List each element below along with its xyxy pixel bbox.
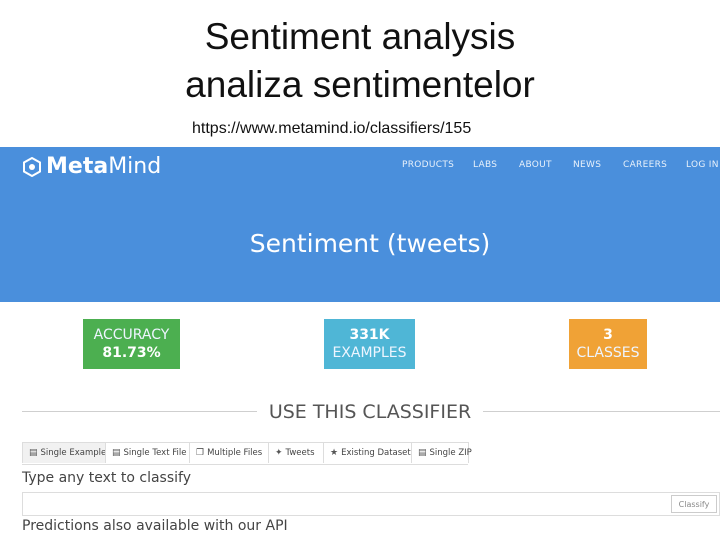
slide-title-line2: analiza sentimentelor (185, 64, 535, 105)
examples-value: 331K (349, 327, 390, 343)
classify-input-row: Classify (22, 492, 720, 516)
nav-news[interactable]: NEWS (573, 160, 601, 170)
input-mode-tabs: ▤ Single Example ▤ Single Text File ❐ Multi… (22, 442, 472, 465)
tab-single-text-file[interactable]: ▤ Single Text File (105, 442, 190, 463)
classify-prompt: Type any text to classify (22, 470, 191, 486)
tab-label: Tweets (285, 448, 315, 458)
tab-label: Single Text File (123, 448, 187, 458)
section-title: USE THIS CLASSIFIER (268, 401, 472, 423)
tab-multiple-files[interactable]: ❐ Multiple Files (189, 442, 269, 463)
logo-text-mind: Mind (108, 154, 162, 179)
classes-value: 3 (603, 327, 613, 343)
tab-single-zip[interactable]: ▤ Single ZIP (411, 442, 472, 463)
nav-products[interactable]: PRODUCTS (402, 160, 454, 170)
files-icon: ❐ (196, 448, 205, 458)
slide-title-line1: Sentiment analysis (204, 16, 516, 57)
classes-stat: 3 CLASSES (569, 319, 647, 369)
nav-labs[interactable]: LABS (473, 160, 497, 170)
accuracy-stat: ACCURACY 81.73% (83, 319, 180, 369)
section-divider-right (483, 411, 720, 412)
examples-stat: 331K EXAMPLES (324, 319, 415, 369)
accuracy-label: ACCURACY (93, 327, 170, 343)
classify-text-input[interactable] (23, 493, 675, 515)
cube-logo-icon (23, 156, 41, 177)
accuracy-value: 81.73% (102, 345, 161, 361)
classes-label: CLASSES (576, 345, 640, 361)
nav-careers[interactable]: CAREERS (623, 160, 667, 170)
zip-icon: ▤ (418, 448, 427, 458)
logo-text-meta: Meta (46, 154, 109, 179)
twitter-icon: ✦ (275, 448, 283, 458)
examples-label: EXAMPLES (332, 345, 407, 361)
nav-login[interactable]: LOG IN (686, 160, 719, 170)
file-icon: ▤ (112, 448, 121, 458)
tab-label: Multiple Files (207, 448, 263, 458)
tab-label: Single Example (40, 448, 107, 458)
document-icon: ▤ (29, 448, 38, 458)
classifier-title: Sentiment (tweets) (249, 229, 491, 258)
tab-tweets[interactable]: ✦ Tweets (268, 442, 324, 463)
tab-single-example[interactable]: ▤ Single Example (22, 442, 106, 463)
tab-label: Single ZIP (429, 448, 472, 458)
star-icon: ★ (330, 448, 339, 458)
api-note: Predictions also available with our API (22, 518, 288, 534)
source-url: https://www.metamind.io/classifiers/155 (192, 120, 472, 137)
tab-label: Existing Dataset (341, 448, 411, 458)
classify-button[interactable]: Classify (671, 495, 717, 513)
nav-about[interactable]: ABOUT (519, 160, 552, 170)
metamind-logo[interactable]: Meta Mind (22, 154, 161, 179)
tab-existing-dataset[interactable]: ★ Existing Dataset (323, 442, 412, 463)
